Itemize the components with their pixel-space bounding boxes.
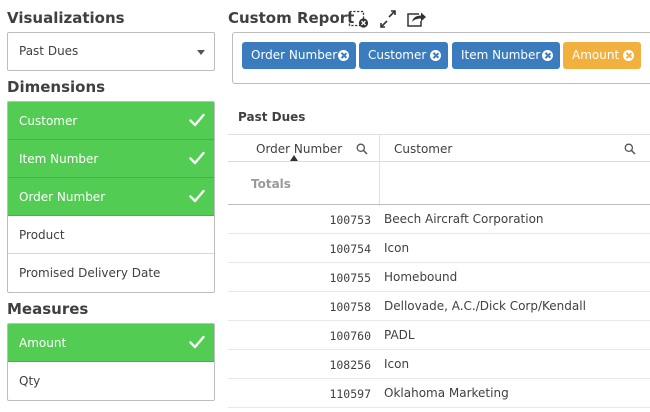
measures-heading: Measures [7,300,89,318]
past-dues-table: Order Number Customer Totals 100753 Beec… [228,134,650,408]
chip-item-number[interactable]: Item Number [452,42,560,69]
totals-label: Totals [251,177,291,191]
visualization-dropdown[interactable]: Past Dues [7,32,215,71]
customer-cell: Homebound [384,270,458,284]
table-row[interactable]: 100754 Icon [228,234,650,263]
customer-cell: Icon [384,241,410,255]
table-row[interactable]: 100753 Beech Aircraft Corporation [228,205,650,234]
order-number-cell: 100760 [329,329,371,343]
check-icon [189,151,205,165]
chip-label: Item Number [461,48,541,62]
chevron-down-icon [197,50,205,55]
measure-item-qty[interactable]: Qty [8,362,214,400]
customer-cell: Dellovade, A.C./Dick Corp/Kendall [384,299,586,313]
expand-icon[interactable] [378,10,400,28]
chip-order-number[interactable]: Order Number [242,42,356,69]
table-row[interactable]: 108256 Icon [228,350,650,379]
dimension-item-promised-delivery-date[interactable]: Promised Delivery Date [8,254,214,292]
remove-icon[interactable] [623,50,634,61]
check-icon [189,335,205,349]
search-icon[interactable] [624,143,636,155]
clear-selections-icon[interactable] [348,10,370,28]
column-header-customer[interactable]: Customer [380,135,650,162]
table-row[interactable]: 100760 PADL [228,321,650,350]
search-icon[interactable] [356,143,368,155]
table-title: Past Dues [238,110,306,124]
column-header-label: Order Number [256,142,343,156]
remove-icon[interactable] [430,50,441,61]
remove-icon[interactable] [338,50,349,61]
table-row[interactable]: 100755 Homebound [228,263,650,292]
chip-label: Customer [368,48,427,62]
customer-cell: PADL [384,328,415,342]
report-title: Custom Report [228,9,355,27]
selected-fields-container: Order Number Customer Item Number Amount [232,32,650,84]
dimension-item-order-number[interactable]: Order Number [8,178,214,216]
dimensions-heading: Dimensions [7,78,106,96]
table-row[interactable]: 110597 Oklahoma Marketing [228,379,650,408]
dimension-label: Product [19,228,65,242]
table-row[interactable]: 100758 Dellovade, A.C./Dick Corp/Kendall [228,292,650,321]
order-number-cell: 108256 [329,358,371,372]
customer-cell: Oklahoma Marketing [384,386,509,400]
check-icon [189,189,205,203]
dimension-label: Promised Delivery Date [19,266,161,280]
remove-icon[interactable] [542,50,553,61]
dimensions-list: Customer Item Number Order Number Produc… [7,101,215,293]
check-icon [189,113,205,127]
chip-label: Amount [572,48,620,62]
chip-customer[interactable]: Customer [359,42,448,69]
order-number-cell: 100755 [329,271,371,285]
dimension-item-item-number[interactable]: Item Number [8,140,214,178]
export-icon[interactable] [405,10,427,28]
sort-ascending-icon [290,155,298,161]
order-number-cell: 100758 [329,300,371,314]
dimension-label: Order Number [19,190,106,204]
measure-label: Amount [19,336,67,350]
column-header-label: Customer [394,142,453,156]
chip-label: Order Number [251,48,338,62]
column-header-order-number[interactable]: Order Number [228,135,379,162]
measure-label: Qty [19,374,41,388]
totals-row: Totals [228,162,650,205]
table-header: Order Number Customer [228,134,650,162]
chip-amount[interactable]: Amount [563,42,641,69]
dimension-label: Item Number [19,152,99,166]
order-number-cell: 110597 [329,387,371,401]
order-number-cell: 100753 [329,213,371,227]
dimension-label: Customer [19,114,78,128]
visualizations-heading: Visualizations [7,9,125,27]
customer-cell: Beech Aircraft Corporation [384,212,544,226]
measures-list: Amount Qty [7,323,215,401]
dimension-item-customer[interactable]: Customer [8,102,214,140]
visualization-selected-value: Past Dues [19,44,79,58]
customer-cell: Icon [384,357,410,371]
order-number-cell: 100754 [329,242,371,256]
measure-item-amount[interactable]: Amount [8,324,214,362]
dimension-item-product[interactable]: Product [8,216,214,254]
